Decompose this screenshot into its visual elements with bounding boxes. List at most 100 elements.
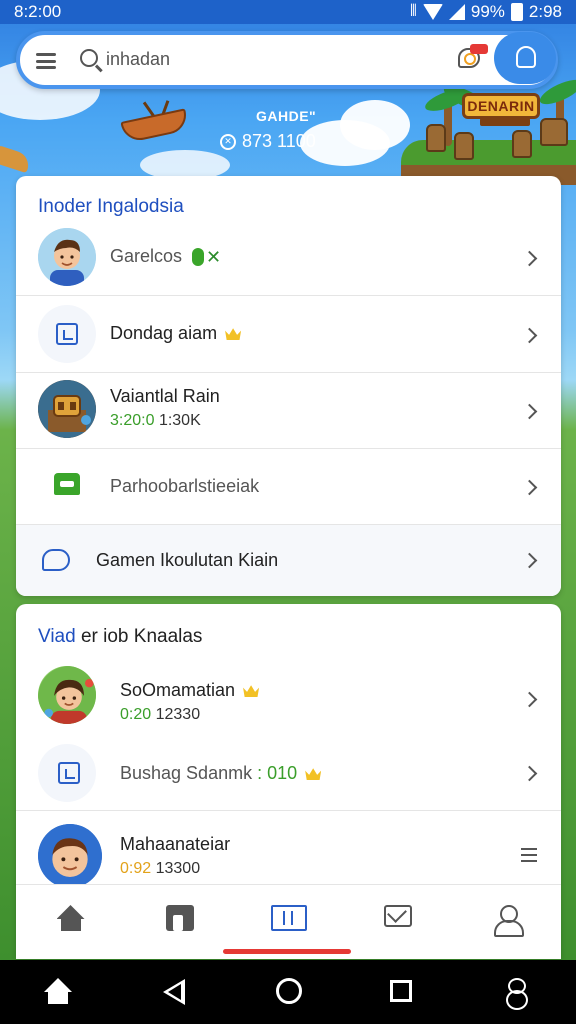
home-icon[interactable] — [44, 978, 72, 1006]
status-bar: 8:2:00 ⦀ 99% 2:98 — [0, 0, 576, 24]
list-item[interactable]: Gamen Ikoulutan Kiain — [16, 525, 561, 596]
crown-icon — [305, 766, 321, 782]
list-item[interactable]: Parhoobarlstieeiak — [16, 449, 561, 525]
tiki-statue — [454, 132, 474, 160]
list-item-title: Garelcos ✕ — [110, 246, 221, 268]
signal-icon — [448, 4, 465, 20]
profile-button[interactable] — [494, 32, 556, 84]
tablet-icon — [58, 762, 80, 784]
stat-highlight: 0:92 — [120, 860, 152, 877]
boat-icon — [120, 108, 190, 144]
tab-store[interactable] — [125, 885, 234, 956]
vibrate-icon: ⦀ — [409, 3, 417, 20]
home-circle-icon[interactable] — [276, 978, 302, 1004]
list-item-subtitle: 3:20:0 1:30K — [110, 412, 201, 430]
search-bar[interactable]: inhadan — [16, 31, 558, 89]
tablet-icon — [56, 323, 78, 345]
back-icon[interactable] — [163, 979, 185, 1005]
tab-mail[interactable] — [343, 885, 452, 956]
treasure-chest — [540, 118, 568, 146]
assistant-icon[interactable] — [506, 978, 528, 1010]
grid-icon — [270, 905, 307, 931]
recents-icon[interactable] — [390, 980, 412, 1002]
tiki-statue — [426, 124, 446, 152]
mail-icon — [383, 905, 412, 927]
crown-icon — [225, 326, 241, 342]
active-tab-indicator — [223, 949, 351, 954]
tiki-statue — [512, 130, 532, 158]
notification-badge — [470, 44, 488, 54]
list-item[interactable]: Dondag aiam — [16, 297, 561, 373]
list-item-title: Mahaanateiar — [120, 834, 231, 854]
stat-value: 1:30K — [158, 412, 201, 429]
list-item-label: Dondag aiam — [110, 323, 218, 343]
battery-percent: 99% — [470, 2, 505, 21]
status-clock: 2:98 — [528, 2, 562, 21]
section-card-1: Inoder Ingalodsia Garelcos ✕ Dondag aiam — [16, 176, 561, 596]
tab-home[interactable] — [16, 885, 125, 956]
chevron-right-icon — [521, 479, 538, 496]
list-item-title: Parhoobarlstieeiak — [110, 476, 260, 496]
stat-green: 0:20 — [120, 706, 152, 723]
search-icon — [80, 49, 98, 67]
avatar-man — [38, 824, 102, 888]
tab-profile[interactable] — [452, 885, 561, 956]
list-item-subtitle: 0:20 12330 — [120, 706, 200, 724]
section-title-rest: er iob Knaalas — [75, 626, 203, 647]
list-item[interactable]: SoOmamatian 0:20 12330 — [16, 658, 561, 734]
hamburger-menu-icon[interactable] — [36, 53, 56, 69]
search-input[interactable]: inhadan — [106, 49, 170, 70]
section-title-highlight: Viad — [38, 626, 76, 647]
more-menu-icon[interactable] — [521, 848, 537, 862]
list-item[interactable]: Mahaanateiar 0:92 13300 — [16, 812, 561, 892]
profile-icon — [516, 46, 536, 68]
chevron-right-icon — [521, 327, 538, 344]
chevron-right-icon — [521, 552, 538, 569]
balance-row: ✕ 873 1100 — [220, 131, 316, 152]
list-item-title: Bushag Sdanmk : 010 — [120, 763, 321, 784]
list-item-label: Bushag Sdanmk — [120, 763, 253, 783]
battery-icon — [510, 3, 523, 21]
list-item-title: Vaiantlal Rain — [110, 386, 220, 406]
chevron-right-icon — [521, 250, 538, 267]
crown-icon — [243, 683, 259, 699]
list-item-label: SoOmamatian — [120, 680, 236, 700]
coin-icon: ✕ — [220, 133, 236, 150]
chat-icon — [42, 549, 70, 571]
list-item[interactable]: Garelcos ✕ — [16, 220, 561, 296]
chevron-right-icon — [521, 403, 538, 420]
person-icon — [493, 905, 524, 937]
list-item-label: Garelcos — [110, 246, 183, 266]
cloud — [340, 100, 410, 150]
list-item[interactable]: Vaiantlal Rain 3:20:0 1:30K — [16, 374, 561, 449]
game-thumbnail — [38, 380, 96, 438]
avatar-girl — [38, 666, 96, 724]
system-nav-bar — [0, 960, 576, 1024]
store-icon — [165, 905, 194, 931]
list-item-title: Dondag aiam — [110, 323, 241, 344]
avatar-boy — [38, 228, 96, 286]
chevron-right-icon — [521, 691, 538, 708]
rock-decoration — [0, 144, 32, 174]
balance-value: 873 1100 — [242, 131, 316, 151]
game-logo-subtitle — [480, 118, 530, 126]
game-logo: DENARIN — [462, 93, 540, 119]
stat-value: 13300 — [155, 860, 201, 877]
list-item-title: Gamen Ikoulutan Kiain — [96, 550, 279, 570]
wifi-icon — [422, 4, 443, 20]
status-time: 8:2:00 — [14, 2, 62, 21]
balance-label: GAHDE" — [256, 108, 317, 124]
android-icon — [54, 473, 80, 495]
list-item[interactable]: Bushag Sdanmk : 010 — [16, 736, 561, 811]
bottom-tab-bar — [16, 884, 561, 956]
section-title: Viad er iob Knaalas — [38, 626, 202, 648]
tab-grid[interactable] — [234, 885, 343, 956]
section-title: Inoder Ingalodsia — [38, 196, 184, 217]
home-icon — [57, 905, 85, 931]
chevron-right-icon — [521, 765, 538, 782]
green-badge-icon — [192, 248, 205, 267]
stat-value: 12330 — [155, 706, 201, 723]
stat-green: 3:20:0 — [110, 412, 155, 429]
stat-green: : 010 — [257, 763, 298, 783]
verified-icon: ✕ — [206, 246, 222, 267]
